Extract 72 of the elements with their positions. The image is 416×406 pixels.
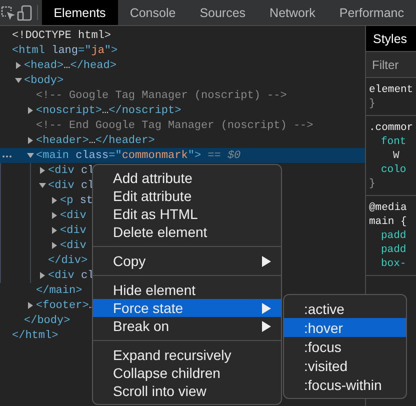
panel-tab[interactable]: Elements <box>42 0 118 25</box>
inspect-icon[interactable] <box>0 4 16 20</box>
menu-item[interactable]: Scroll into view <box>93 382 281 400</box>
menu-item[interactable]: Force state <box>93 299 281 317</box>
markup-line: <p st <box>60 194 94 206</box>
markup-line: <!-- End Google Tag Manager (noscript) --> <box>36 120 314 132</box>
markup-line: </html> <box>12 330 58 342</box>
menu-item[interactable]: Collapse children <box>93 364 281 382</box>
panel-tab[interactable]: Sources <box>188 0 258 25</box>
markup-line: <div cl <box>48 164 94 176</box>
css-line: } <box>369 97 376 111</box>
collapsed-arrow-icon[interactable] <box>27 302 34 309</box>
menu-item[interactable]: Add attribute <box>93 169 281 187</box>
markup-line: </div> <box>48 254 88 266</box>
collapsed-arrow-icon[interactable] <box>39 167 46 174</box>
panel-tab[interactable]: Console <box>118 0 188 25</box>
menu-item[interactable]: Hide element <box>93 281 281 299</box>
css-line: colo <box>380 163 408 177</box>
filter-field[interactable]: Filter <box>366 52 416 78</box>
selected-node-row[interactable]: <main class="commonmark"> == $0 <box>0 148 365 163</box>
collapsed-arrow-icon[interactable] <box>51 227 58 234</box>
css-line: font <box>380 135 408 149</box>
css-line: box- <box>380 257 408 271</box>
collapsed-arrow-icon[interactable] <box>15 62 22 69</box>
menu-item[interactable]: Edit as HTML <box>93 205 281 223</box>
markup-line: <header>…</header> <box>36 134 155 146</box>
css-line: .commor <box>369 121 414 135</box>
collapsed-arrow-icon[interactable] <box>27 137 34 144</box>
markup-line: <div <box>60 224 86 236</box>
device-icon[interactable] <box>16 4 33 20</box>
collapsed-arrow-icon[interactable] <box>51 242 58 249</box>
expanded-arrow-icon[interactable] <box>27 152 34 159</box>
menu-item[interactable]: Edit attribute <box>93 187 281 205</box>
css-line: W <box>392 149 400 163</box>
markup-line: <div cl <box>48 180 94 192</box>
css-line: @media <box>369 201 408 215</box>
collapsed-arrow-icon[interactable] <box>51 197 58 204</box>
expanded-arrow-icon[interactable] <box>15 77 22 84</box>
collapsed-arrow-icon[interactable] <box>39 272 46 279</box>
css-line: } <box>369 177 376 191</box>
markup-line: <body> <box>24 74 64 86</box>
css-line: element <box>369 83 414 97</box>
markup-line: <!DOCTYPE html> <box>12 30 112 42</box>
markup-line: <head>…</head> <box>24 60 116 72</box>
css-line: padd <box>380 229 408 243</box>
markup-line: <noscript>…</noscript> <box>36 104 182 116</box>
expanded-arrow-icon[interactable] <box>39 182 46 189</box>
menu-item[interactable]: Copy <box>93 252 281 270</box>
panel-tab[interactable]: Network <box>258 0 328 25</box>
markup-line: <main class="commonmark"> == $0 <box>36 150 241 162</box>
menu-item[interactable]: :hover <box>284 318 406 337</box>
markup-line: </body> <box>24 314 70 326</box>
markup-line: <div <box>60 240 86 252</box>
collapsed-arrow-icon[interactable] <box>27 107 34 114</box>
menu-item[interactable]: :focus-within <box>284 375 406 394</box>
markup-line: <div cl <box>48 270 94 282</box>
menu-item[interactable]: :visited <box>284 356 406 375</box>
markup-line: </main> <box>36 284 82 296</box>
menu-item[interactable]: :focus <box>284 337 406 356</box>
markup-line: <html lang="ja"> <box>12 44 118 56</box>
css-line: padd <box>380 243 408 257</box>
menu-item[interactable]: Break on <box>93 317 281 335</box>
styles-tab[interactable]: Styles <box>366 26 416 52</box>
panel-tab[interactable]: Performanc <box>327 0 416 25</box>
markup-line: <!-- Google Tag Manager (noscript) --> <box>36 90 287 102</box>
menu-item[interactable]: Expand recursively <box>93 346 281 364</box>
markup-line: <div <box>60 210 86 222</box>
css-line: main { <box>369 215 408 229</box>
menu-item[interactable]: Delete element <box>93 223 281 241</box>
menu-item[interactable]: :active <box>284 299 406 318</box>
collapsed-arrow-icon[interactable] <box>51 212 58 219</box>
ellipsis-icon[interactable] <box>2 155 12 158</box>
